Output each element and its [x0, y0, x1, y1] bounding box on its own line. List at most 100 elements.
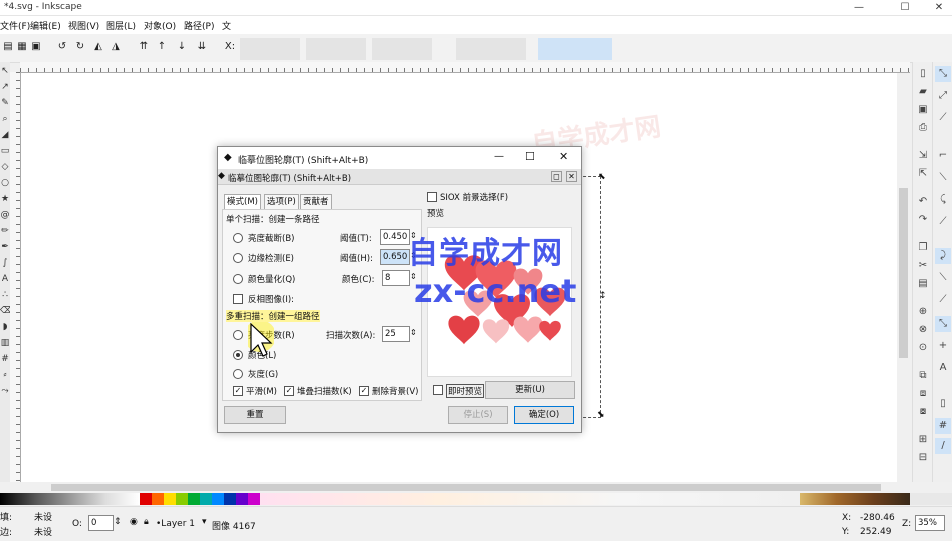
smooth-checkbox[interactable]: ✓	[233, 386, 243, 396]
brown-swatches[interactable]	[800, 493, 910, 505]
color-palette[interactable]	[0, 493, 952, 505]
rotate-cw-icon[interactable]: ↻	[74, 40, 86, 54]
menu-object[interactable]: 对象(O)	[144, 19, 176, 32]
snap-bbox-icon[interactable]: ⤢	[935, 88, 951, 104]
gray-radio[interactable]	[233, 369, 243, 379]
calligraphy-tool-icon[interactable]: ∫	[0, 256, 10, 270]
snap-nodes-icon[interactable]: ⤹	[935, 192, 951, 208]
dock-close-icon[interactable]: ✕	[566, 171, 577, 182]
menu-edit[interactable]: 编辑(E)	[30, 19, 61, 32]
paste-icon[interactable]: ▤	[915, 276, 931, 292]
rect-tool-icon[interactable]: ▭	[0, 144, 10, 158]
menu-file[interactable]: 文件(F)	[0, 19, 30, 32]
toggle-buttons[interactable]	[538, 38, 612, 60]
connector-tool-icon[interactable]: ⤳	[0, 384, 10, 398]
fill-value[interactable]: 未设	[34, 510, 52, 523]
open-icon[interactable]: ▰	[915, 84, 931, 100]
siox-checkbox[interactable]	[427, 192, 437, 202]
dialog-close-icon[interactable]: ✕	[559, 150, 568, 163]
select-all-icon[interactable]: ▤	[2, 40, 14, 54]
raise-icon[interactable]: ↑	[156, 40, 168, 54]
swatch-yellow[interactable]	[164, 493, 176, 505]
steps-radio[interactable]	[233, 330, 243, 340]
swatch-magenta[interactable]	[248, 493, 260, 505]
opacity-input[interactable]: 0	[88, 515, 114, 531]
swatch-green[interactable]	[188, 493, 200, 505]
dock-pin-icon[interactable]: ◻	[551, 171, 562, 182]
pencil-tool-icon[interactable]: ✏	[0, 224, 10, 238]
snap-smooth-icon[interactable]: ⟍	[935, 270, 951, 286]
swatch-purple[interactable]	[236, 493, 248, 505]
snap-toggle-icon[interactable]: ⤡	[935, 66, 951, 82]
ellipse-tool-icon[interactable]: ○	[0, 176, 10, 190]
unlink-clone-icon[interactable]: ⧇	[915, 404, 931, 420]
menu-path[interactable]: 路径(P)	[184, 19, 214, 32]
measure-tool-icon[interactable]: ◢	[0, 128, 10, 142]
visibility-icon[interactable]: ◉	[130, 517, 138, 527]
tweak-tool-icon[interactable]: ✎	[0, 96, 10, 110]
zoom-tool-icon[interactable]: ⌕	[0, 112, 10, 126]
minimize-button[interactable]: —	[846, 0, 872, 15]
snap-bbox-edge-icon[interactable]: ⟋	[935, 110, 951, 126]
swatch-blue[interactable]	[212, 493, 224, 505]
horizontal-scroll-thumb[interactable]	[51, 484, 881, 491]
mesh-tool-icon[interactable]: #	[0, 352, 10, 366]
flip-vertical-icon[interactable]: ◮	[110, 40, 122, 54]
menu-layer[interactable]: 图层(L)	[106, 19, 136, 32]
select-all-layers-icon[interactable]: ▦	[16, 40, 28, 54]
quant-colors-input[interactable]: 8	[382, 270, 410, 286]
brightness-threshold-input[interactable]: 0.450	[380, 229, 410, 245]
stack-checkbox[interactable]: ✓	[284, 386, 294, 396]
spray-tool-icon[interactable]: ∴	[0, 288, 10, 302]
star-tool-icon[interactable]: ★	[0, 192, 10, 206]
import-icon[interactable]: ⇲	[915, 148, 931, 164]
snap-path-icon[interactable]: ⟋	[935, 214, 951, 230]
rotate-ccw-icon[interactable]: ↺	[56, 40, 68, 54]
close-button[interactable]: ✕	[926, 0, 952, 15]
bucket-tool-icon[interactable]: ◗	[0, 320, 10, 334]
swatch-red[interactable]	[140, 493, 152, 505]
dropper-tool-icon[interactable]: ⸗	[0, 368, 10, 382]
undo-icon[interactable]: ↶	[915, 194, 931, 210]
steps-spin-icon[interactable]: ⇕	[410, 328, 417, 337]
snap-grid-icon[interactable]: #	[935, 418, 951, 434]
edge-threshold-input[interactable]: 0.650	[380, 249, 410, 265]
vertical-scrollbar[interactable]	[897, 73, 910, 482]
spin-arrows-icon[interactable]: ⇕	[114, 517, 122, 527]
tab-options[interactable]: 选项(P)	[264, 194, 299, 209]
pen-tool-icon[interactable]: ✒	[0, 240, 10, 254]
gradient-tool-icon[interactable]: ▥	[0, 336, 10, 350]
brightness-radio[interactable]	[233, 233, 243, 243]
vertical-scroll-thumb[interactable]	[899, 188, 908, 358]
reset-button[interactable]: 重置	[224, 406, 286, 424]
scale-handle-icon[interactable]: ↕	[599, 291, 607, 301]
raise-top-icon[interactable]: ⇈	[138, 40, 150, 54]
save-icon[interactable]: ▣	[915, 102, 931, 118]
pale-swatches[interactable]	[260, 493, 800, 505]
palette-scroll[interactable]	[910, 493, 952, 505]
menu-text[interactable]: 文	[222, 19, 231, 32]
snap-midpoint-icon[interactable]: ⟍	[935, 170, 951, 186]
update-button[interactable]: 更新(U)	[485, 381, 575, 399]
invert-checkbox[interactable]	[233, 294, 243, 304]
gray-swatches[interactable]	[0, 493, 140, 505]
menu-view[interactable]: 视图(V)	[68, 19, 99, 32]
snap-page-border-icon[interactable]: ▯	[935, 396, 951, 412]
zoom-drawing-icon[interactable]: ⊗	[915, 322, 931, 338]
colors-radio[interactable]	[233, 350, 243, 360]
zoom-input[interactable]: 35%	[915, 515, 945, 531]
redo-icon[interactable]: ↷	[915, 212, 931, 228]
print-icon[interactable]: ⎙	[915, 120, 931, 136]
h-field[interactable]	[456, 38, 526, 60]
snap-bbox-corner-icon[interactable]: ⌐	[935, 148, 951, 164]
tab-credits[interactable]: 贡献者	[300, 194, 332, 209]
y-field[interactable]	[306, 38, 366, 60]
edge-radio[interactable]	[233, 253, 243, 263]
deselect-icon[interactable]: ▣	[30, 40, 42, 54]
text-tool-icon[interactable]: A	[0, 272, 10, 286]
tab-mode[interactable]: 模式(M)	[224, 194, 261, 209]
export-icon[interactable]: ⇱	[915, 166, 931, 182]
clone-icon[interactable]: ⧈	[915, 386, 931, 402]
snap-rotation-center-icon[interactable]: +	[935, 338, 951, 354]
snap-line-mid-icon[interactable]: ⟋	[935, 292, 951, 308]
